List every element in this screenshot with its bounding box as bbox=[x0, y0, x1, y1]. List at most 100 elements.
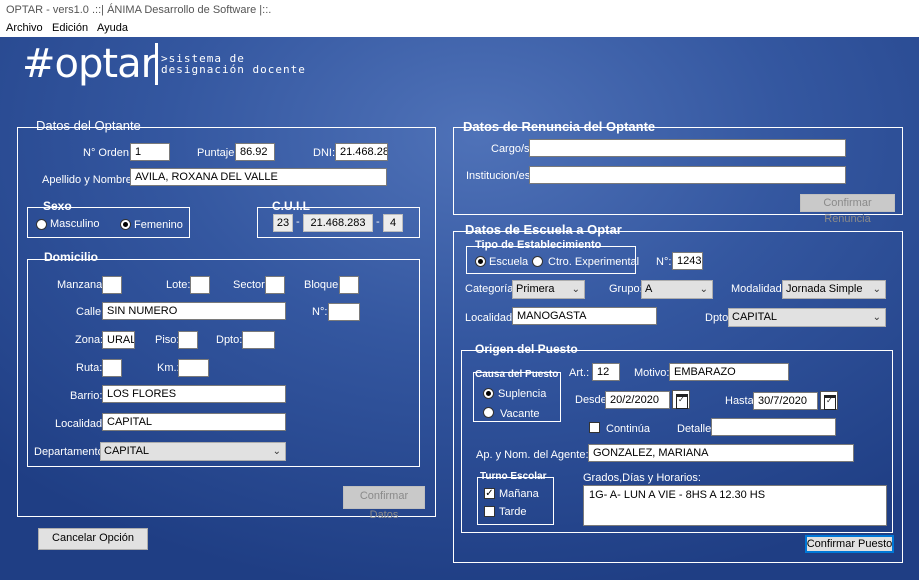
ruta-label: Ruta: bbox=[76, 362, 103, 374]
barrio-input[interactable]: LOS FLORES bbox=[102, 385, 286, 403]
lote-input[interactable] bbox=[190, 276, 210, 294]
sector-label: Sector: bbox=[233, 279, 268, 291]
orden-label: N° Orden: bbox=[83, 147, 133, 159]
detalle-label: Detalle: bbox=[677, 423, 715, 435]
puntaje-label: Puntaje: bbox=[197, 147, 238, 159]
grupo-label: Grupo: bbox=[609, 283, 643, 295]
calle-input[interactable]: SIN NUMERO bbox=[102, 302, 286, 320]
cuil-separator-1: - bbox=[296, 216, 300, 228]
menu-archivo[interactable]: Archivo bbox=[6, 22, 43, 34]
continua-label[interactable]: Continúa bbox=[606, 423, 650, 435]
numero-calle-label: N°: bbox=[312, 306, 328, 318]
orden-input[interactable]: 1 bbox=[130, 143, 170, 161]
cuil-prefix-input[interactable]: 23 bbox=[273, 214, 293, 232]
cargos-label: Cargo/s: bbox=[491, 143, 533, 155]
confirmar-datos-button[interactable]: Confirmar Datos bbox=[343, 486, 425, 521]
desde-input[interactable]: 20/2/2020 bbox=[605, 391, 670, 409]
grupo-value: A bbox=[645, 283, 653, 295]
grados-label: Grados,Días y Horarios: bbox=[583, 472, 701, 484]
dni-input[interactable]: 21.468.283 bbox=[335, 143, 388, 161]
km-label: Km.: bbox=[157, 362, 180, 374]
numero-escuela-input[interactable]: 1243 bbox=[672, 252, 703, 270]
femenino-radio[interactable] bbox=[120, 219, 131, 230]
modalidad-label: Modalidad: bbox=[731, 283, 785, 295]
piso-input[interactable] bbox=[178, 331, 198, 349]
logo-subtitle-2: designación docente bbox=[161, 63, 306, 76]
manana-label[interactable]: Mañana bbox=[499, 488, 539, 500]
numero-escuela-label: N°: bbox=[656, 256, 672, 268]
agente-input[interactable]: GONZALEZ, MARIANA bbox=[588, 444, 854, 462]
departamento-select[interactable]: CAPITAL ⌄ bbox=[100, 442, 286, 461]
localidad-escuela-input[interactable]: MANOGASTA bbox=[512, 307, 657, 325]
optante-title: Datos del Optante bbox=[36, 118, 141, 133]
window-title: OPTAR - vers1.0 .::| ÁNIMA Desarrollo de… bbox=[0, 0, 919, 20]
femenino-label[interactable]: Femenino bbox=[134, 219, 183, 231]
localidad-domicilio-input[interactable]: CAPITAL bbox=[102, 413, 286, 431]
sexo-title: Sexo bbox=[43, 199, 72, 213]
menu-edicion[interactable]: Edición bbox=[52, 22, 88, 34]
categoria-value: Primera bbox=[516, 283, 555, 295]
chevron-down-icon: ⌄ bbox=[872, 312, 881, 323]
lote-label: Lote: bbox=[166, 279, 191, 291]
hasta-input[interactable]: 30/7/2020 bbox=[753, 392, 818, 410]
manzana-input[interactable] bbox=[102, 276, 122, 294]
grupo-select[interactable]: A ⌄ bbox=[641, 280, 713, 299]
suplencia-radio[interactable] bbox=[483, 388, 494, 399]
tarde-checkbox[interactable] bbox=[484, 506, 495, 517]
motivo-input[interactable]: EMBARAZO bbox=[669, 363, 789, 381]
piso-label: Piso: bbox=[155, 334, 180, 346]
calle-label: Calle: bbox=[76, 306, 105, 318]
confirmar-puesto-button[interactable]: Confirmar Puesto bbox=[805, 535, 894, 553]
localidad-escuela-label: Localidad: bbox=[465, 312, 516, 324]
vacante-radio[interactable] bbox=[483, 407, 494, 418]
menu-ayuda[interactable]: Ayuda bbox=[97, 22, 128, 34]
cancelar-opcion-button[interactable]: Cancelar Opción bbox=[38, 528, 148, 550]
escuela-radio[interactable] bbox=[475, 256, 486, 267]
confirmar-renuncia-button[interactable]: Confirmar Renuncia bbox=[800, 194, 895, 225]
cuil-number-input[interactable]: 21.468.283 bbox=[303, 214, 373, 232]
tarde-label[interactable]: Tarde bbox=[499, 506, 527, 518]
cuil-check-input[interactable]: 4 bbox=[383, 214, 403, 232]
continua-checkbox[interactable] bbox=[589, 422, 600, 433]
detalle-input[interactable] bbox=[711, 418, 836, 436]
numero-calle-input[interactable] bbox=[328, 303, 360, 321]
puntaje-input[interactable]: 86.92 bbox=[235, 143, 275, 161]
instituciones-input[interactable] bbox=[529, 166, 846, 184]
dni-label: DNI: bbox=[313, 147, 335, 159]
causa-title: Causa del Puesto bbox=[475, 369, 559, 380]
chevron-down-icon: ⌄ bbox=[872, 284, 881, 295]
ruta-input[interactable] bbox=[102, 359, 122, 377]
dpto-domicilio-input[interactable] bbox=[242, 331, 275, 349]
modalidad-select[interactable]: Jornada Simple ⌄ bbox=[782, 280, 886, 299]
domicilio-title: Domicilio bbox=[44, 250, 99, 264]
ctro-experimental-label[interactable]: Ctro. Experimental bbox=[548, 256, 639, 268]
categoria-select[interactable]: Primera ⌄ bbox=[512, 280, 585, 299]
ctro-experimental-radio[interactable] bbox=[532, 256, 543, 267]
km-input[interactable] bbox=[178, 359, 209, 377]
zona-input[interactable]: URAL bbox=[102, 331, 135, 349]
nombre-input[interactable]: AVILA, ROXANA DEL VALLE bbox=[130, 168, 387, 186]
calendar-icon[interactable] bbox=[820, 391, 838, 410]
grados-textarea[interactable]: 1G- A- LUN A VIE - 8HS A 12.30 HS bbox=[583, 485, 887, 526]
bloque-label: Bloque: bbox=[304, 279, 342, 291]
masculino-label[interactable]: Masculino bbox=[50, 218, 100, 230]
bloque-input[interactable] bbox=[339, 276, 359, 294]
manzana-label: Manzana: bbox=[57, 279, 106, 291]
sector-input[interactable] bbox=[265, 276, 285, 294]
vacante-label[interactable]: Vacante bbox=[500, 408, 540, 420]
chevron-down-icon: ⌄ bbox=[272, 446, 281, 457]
manana-checkbox[interactable]: ✓ bbox=[484, 488, 495, 499]
renuncia-title: Datos de Renuncia del Optante bbox=[463, 119, 656, 134]
cargos-input[interactable] bbox=[529, 139, 846, 157]
escuela-radio-label[interactable]: Escuela bbox=[489, 256, 528, 268]
modalidad-value: Jornada Simple bbox=[786, 283, 863, 295]
departamento-value: CAPITAL bbox=[104, 445, 150, 457]
calendar-icon[interactable] bbox=[672, 390, 690, 409]
barrio-label: Barrio: bbox=[70, 390, 103, 402]
suplencia-label[interactable]: Suplencia bbox=[498, 388, 546, 400]
turno-title: Turno Escolar bbox=[480, 471, 547, 482]
masculino-radio[interactable] bbox=[36, 219, 47, 230]
tipo-title: Tipo de Establecimiento bbox=[475, 239, 602, 251]
art-input[interactable]: 12 bbox=[592, 363, 620, 381]
dpto-escuela-select[interactable]: CAPITAL ⌄ bbox=[728, 308, 886, 327]
